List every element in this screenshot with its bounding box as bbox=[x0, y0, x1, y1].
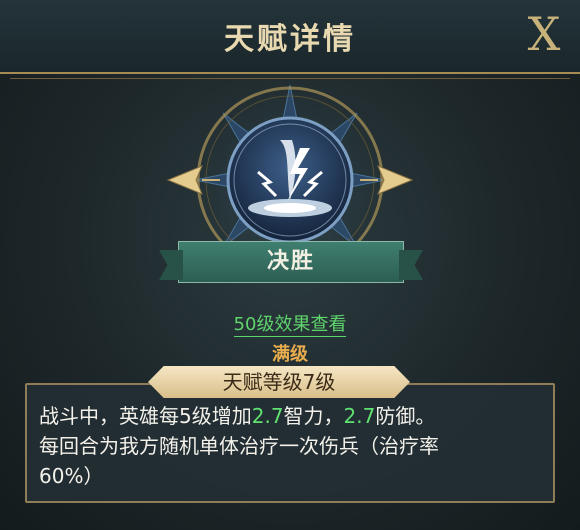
talent-description: 战斗中，英雄每5级增加2.7智力，2.7防御。 每回合为我方随机单体治疗一次伤兵… bbox=[39, 401, 547, 491]
defense-value: 2.7 bbox=[343, 404, 376, 428]
description-line1-prefix: 战斗中，英雄每5级增加 bbox=[39, 404, 252, 428]
intelligence-value: 2.7 bbox=[251, 404, 284, 428]
max-level-status: 满级 bbox=[272, 344, 308, 365]
talent-level-badge: 天赋等级7级 bbox=[148, 366, 410, 398]
description-line3: 60%） bbox=[39, 464, 104, 488]
talent-name-banner: 决胜 bbox=[178, 241, 404, 283]
close-button[interactable]: X bbox=[518, 6, 570, 62]
level-50-effect-link-text[interactable]: 50级效果查看 bbox=[233, 314, 347, 337]
description-line2: 每回合为我方随机单体治疗一次伤兵（治疗率 bbox=[39, 434, 439, 458]
description-line1-suffix: 防御。 bbox=[375, 404, 436, 428]
header-bar: 天赋详情 X bbox=[0, 0, 580, 79]
talent-name: 决胜 bbox=[266, 249, 315, 274]
page-title: 天赋详情 bbox=[224, 22, 356, 57]
talent-level-label: 天赋等级7级 bbox=[222, 370, 336, 394]
talent-description-panel: 战斗中，英雄每5级增加2.7智力，2.7防御。 每回合为我方随机单体治疗一次伤兵… bbox=[25, 383, 555, 503]
level-50-effect-link[interactable]: 50级效果查看 bbox=[0, 310, 580, 337]
description-line1-mid: 智力， bbox=[283, 404, 344, 428]
